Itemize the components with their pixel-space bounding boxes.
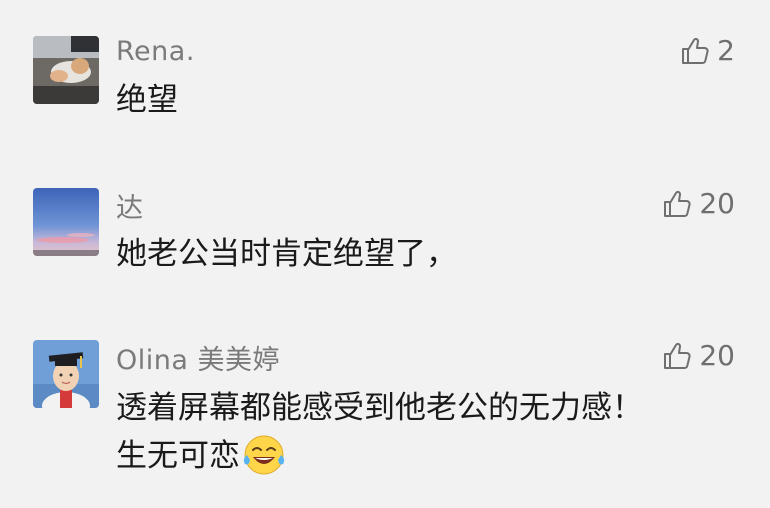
comment-list: { "comments": [ { "user": "Rena.", "text… [0,0,770,508]
avatar[interactable] [33,340,99,408]
comment-text-line: 她老公当时肯定绝望了， [116,236,457,272]
comment-text: 绝望 [116,76,178,124]
comment-text-line-with-emoji: 生无可恋 [116,432,643,480]
like-count: 2 [717,34,735,67]
comment-username[interactable]: Olina 美美婷 [116,338,280,377]
avatar[interactable] [33,188,99,256]
comment-text-line: 绝望 [116,82,178,118]
comment-text: 透着屏幕都能感受到他老公的无力感！ 生无可恋 [116,384,643,480]
like-button[interactable]: 20 [661,339,735,372]
like-button[interactable]: 20 [661,187,735,220]
comment-text-line: 透着屏幕都能感受到他老公的无力感！ [116,390,643,426]
comment-text-line: 生无可恋 [116,438,240,474]
thumbs-up-icon [664,342,691,369]
comment-username[interactable]: Rena. [116,36,195,67]
like-count: 20 [699,187,735,220]
thumbs-up-icon [664,190,691,217]
like-count: 20 [699,339,735,372]
tears-of-joy-emoji-icon [243,435,285,474]
comment-username[interactable]: 达 [116,186,144,225]
like-button[interactable]: 2 [679,34,735,67]
comment-text: 她老公当时肯定绝望了， [116,230,457,278]
thumbs-up-icon [682,37,709,64]
avatar[interactable] [33,36,99,104]
